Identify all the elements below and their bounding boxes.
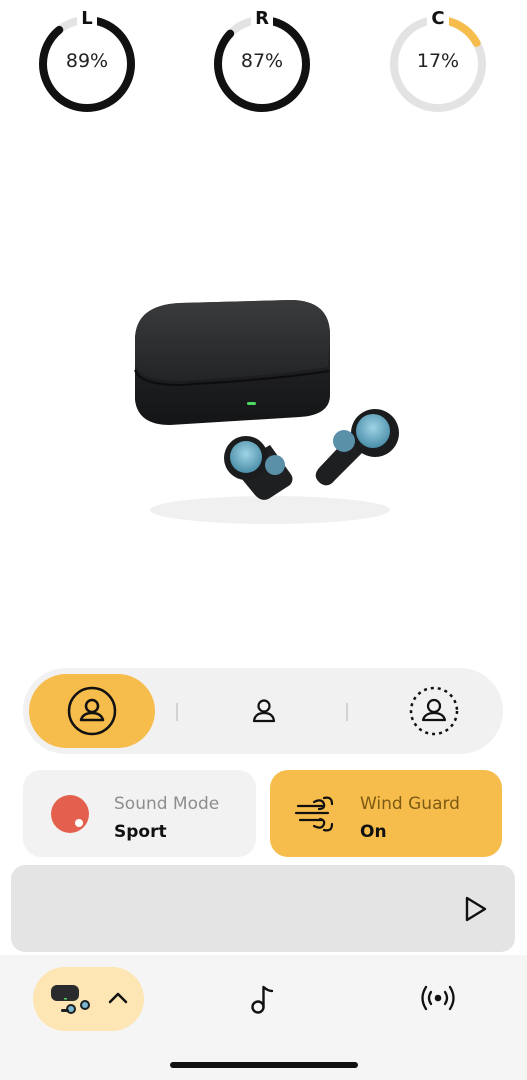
battery-gauge-right: R 87% [212,8,312,114]
sound-mode-title: Sound Mode [114,794,220,814]
nav-device-tab[interactable] [33,967,144,1031]
person-dashed-circle-icon [409,686,459,736]
battery-gauge-case: C 17% [388,8,488,114]
battery-side-label: L [77,8,97,29]
sound-mode-dot-icon [51,795,89,833]
person-icon [252,699,276,723]
battery-percent: 87% [240,50,284,72]
battery-percent: 17% [416,50,460,72]
mode-option-1[interactable] [29,668,155,754]
battery-side-label: C [427,8,449,29]
earbuds-device-icon [51,985,90,1014]
wind-guard-card[interactable]: Wind Guard On [270,770,502,857]
broadcast-icon[interactable] [420,984,456,1012]
play-icon[interactable] [464,896,488,922]
person-circle-icon [67,686,117,736]
mode-option-3[interactable] [371,668,497,754]
battery-percent: 89% [65,50,109,72]
wind-guard-title: Wind Guard [360,794,460,814]
sound-mode-value: Sport [114,822,167,842]
music-note-icon[interactable] [250,983,276,1015]
mini-player[interactable] [11,865,515,952]
sound-mode-card[interactable]: Sound Mode Sport [23,770,256,857]
mode-option-2[interactable] [201,668,327,754]
battery-gauge-left: L 89% [37,8,137,114]
chevron-up-icon [108,992,128,1004]
mode-separator [346,703,348,721]
wind-icon [294,796,334,832]
bottom-navigation [0,955,527,1080]
wind-guard-value: On [360,822,387,842]
home-indicator [170,1062,358,1068]
battery-side-label: R [251,8,273,29]
listening-mode-selector [23,668,503,754]
earbuds-with-case-image [120,295,420,535]
mode-separator [176,703,178,721]
